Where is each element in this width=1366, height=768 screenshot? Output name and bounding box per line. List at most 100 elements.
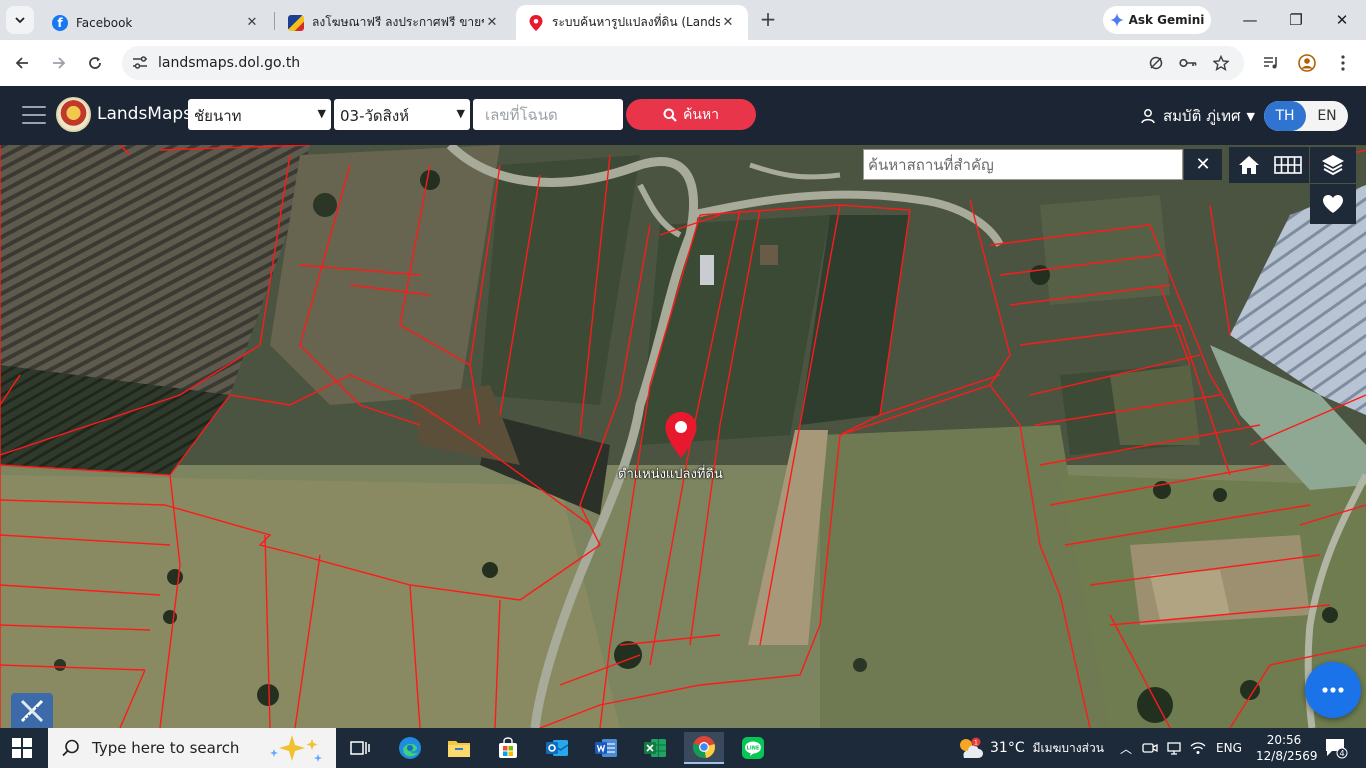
back-button[interactable]	[10, 51, 34, 75]
gemini-sparkle-icon	[1109, 13, 1124, 27]
bookmark-star-icon[interactable]	[1211, 53, 1231, 73]
province-selected: ชัยนาท	[194, 107, 242, 125]
search-icon	[663, 108, 677, 122]
task-view-icon	[350, 741, 370, 755]
map-tools-button[interactable]	[11, 693, 53, 728]
facebook-icon: f	[52, 14, 68, 31]
province-select[interactable]: ชัยนาท ▼	[188, 99, 331, 130]
lang-en-button[interactable]: EN	[1306, 101, 1348, 131]
weather-alert-count: 1	[974, 738, 978, 746]
tab-classifieds[interactable]: ลงโฆษณาฟรี ลงประกาศฟรี ขายของอ ✕	[276, 5, 512, 40]
satellite-map[interactable]: ✕ ตำแหน่งแปลงที่ดิน	[0, 145, 1366, 728]
ruler-pencil-icon	[20, 699, 44, 723]
folder-icon	[448, 741, 470, 757]
close-window-button[interactable]: ✕	[1330, 8, 1354, 32]
taskbar-chrome[interactable]	[684, 732, 724, 764]
taskbar-excel[interactable]	[635, 732, 675, 764]
outlook-icon	[546, 740, 569, 756]
notification-icon: 4	[1326, 739, 1348, 759]
hamburger-menu-icon[interactable]	[22, 106, 46, 124]
close-icon: ✕	[1195, 154, 1211, 175]
notification-center-button[interactable]: 4	[1324, 737, 1348, 763]
taskbar-edge[interactable]	[390, 732, 430, 764]
user-name: สมบัติ ภู่เทศ	[1163, 107, 1241, 125]
browser-menu-button[interactable]	[1331, 51, 1355, 75]
arrow-left-icon	[15, 57, 28, 69]
close-tab-icon[interactable]: ✕	[244, 15, 260, 30]
tab-title: Facebook	[76, 15, 133, 30]
chevron-down-icon: ▼	[456, 107, 465, 120]
taskbar-file-explorer[interactable]	[439, 732, 479, 764]
password-key-icon[interactable]	[1178, 53, 1198, 73]
chevron-down-icon	[15, 17, 25, 24]
home-button[interactable]	[1229, 147, 1269, 183]
address-bar[interactable]: landsmaps.dol.go.th	[122, 46, 1244, 80]
weather-widget[interactable]: 1 31°C มีเมฆบางส่วน	[956, 728, 1104, 768]
taskbar-line[interactable]: LINE	[733, 732, 773, 764]
language-toggle: TH EN	[1264, 101, 1348, 131]
store-icon	[499, 737, 517, 758]
reload-button[interactable]	[83, 51, 107, 75]
district-selected: 03-วัดสิงห์	[340, 107, 410, 125]
browser-toolbar: landsmaps.dol.go.th	[0, 40, 1366, 86]
wifi-icon[interactable]	[1190, 741, 1206, 755]
more-options-button[interactable]	[1305, 662, 1361, 718]
playlist-icon	[1264, 57, 1277, 69]
parcel-marker-icon[interactable]	[664, 411, 698, 459]
grid-button[interactable]	[1267, 147, 1309, 183]
forward-button[interactable]	[47, 51, 71, 75]
place-search-input[interactable]	[863, 149, 1183, 180]
windows-start-button[interactable]	[12, 738, 32, 762]
site-settings-icon[interactable]	[130, 53, 150, 73]
task-view-button[interactable]	[340, 732, 380, 764]
notification-count: 4	[1339, 749, 1344, 758]
browser-tab-strip: f Facebook ✕ ลงโฆษณาฟรี ลงประกาศฟรี ขายข…	[0, 0, 1366, 40]
profile-icon	[1298, 54, 1316, 72]
clock-time: 20:56	[1266, 733, 1302, 747]
system-tray: ︿ ENG	[1120, 728, 1242, 768]
user-menu[interactable]: สมบัติ ภู่เทศ ▼	[1140, 104, 1255, 128]
meet-now-icon[interactable]	[1142, 740, 1158, 756]
chrome-icon	[692, 736, 715, 758]
tab-title: ลงโฆษณาฟรี ลงประกาศฟรี ขายของอ	[312, 15, 484, 29]
chevron-up-icon[interactable]: ︿	[1120, 740, 1132, 757]
minimize-button[interactable]: —	[1238, 8, 1262, 32]
windows-taskbar: Type here to search LINE 1 31°C มีเมฆบาง…	[0, 728, 1366, 768]
taskbar-word[interactable]	[586, 732, 626, 764]
deed-number-input[interactable]	[473, 99, 623, 130]
classifieds-icon	[288, 14, 304, 31]
favorites-button[interactable]	[1310, 184, 1356, 224]
clear-search-button[interactable]: ✕	[1184, 149, 1222, 180]
tab-search-button[interactable]	[6, 6, 34, 34]
input-language[interactable]: ENG	[1216, 741, 1242, 755]
close-tab-icon[interactable]: ✕	[720, 15, 736, 30]
tab-landsmaps[interactable]: ระบบค้นหารูปแปลงที่ดิน (LandsMap ✕	[516, 5, 748, 40]
more-dots-icon	[1322, 687, 1344, 693]
media-controls-button[interactable]	[1259, 51, 1283, 75]
ask-gemini-button[interactable]: Ask Gemini	[1103, 6, 1211, 34]
search-button-label: ค้นหา	[682, 106, 720, 123]
taskbar-search-placeholder: Type here to search	[92, 739, 240, 757]
layers-button[interactable]	[1310, 147, 1356, 183]
taskbar-clock[interactable]: 20:56 12/8/2569	[1256, 732, 1318, 764]
lang-th-button[interactable]: TH	[1264, 101, 1306, 131]
new-tab-button[interactable]: +	[757, 8, 779, 30]
tracking-blocked-icon[interactable]	[1146, 53, 1166, 73]
grid-icon	[1274, 156, 1302, 174]
tab-facebook[interactable]: f Facebook ✕	[40, 5, 272, 40]
reload-icon	[89, 57, 101, 69]
search-button[interactable]: ค้นหา	[626, 99, 756, 130]
weather-temp: 31°C	[990, 740, 1025, 756]
network-icon[interactable]	[1166, 740, 1182, 756]
restore-button[interactable]: ❐	[1284, 8, 1308, 32]
district-select[interactable]: 03-วัดสิงห์ ▼	[334, 99, 470, 130]
taskbar-outlook[interactable]	[537, 732, 577, 764]
ask-gemini-label: Ask Gemini	[1128, 13, 1205, 27]
taskbar-search-box[interactable]: Type here to search	[48, 728, 336, 768]
profile-button[interactable]	[1295, 51, 1319, 75]
map-pin-icon	[528, 14, 544, 31]
close-tab-icon[interactable]: ✕	[484, 15, 500, 30]
brand-name: LandsMaps	[97, 104, 193, 124]
taskbar-store[interactable]	[488, 732, 528, 764]
tab-separator	[274, 12, 275, 30]
